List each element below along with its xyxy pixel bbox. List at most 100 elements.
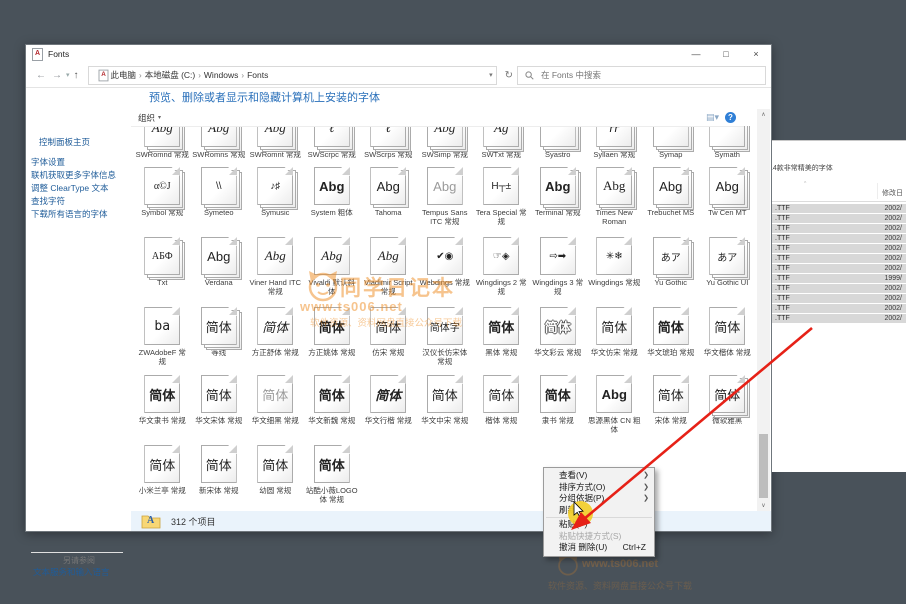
help-icon[interactable]: ? (725, 112, 736, 123)
font-item[interactable]: AbgTempus Sans ITC 常规 (417, 167, 474, 226)
font-item[interactable]: AbgVerdana (191, 237, 248, 296)
file-row[interactable]: .TTF2002/ (772, 204, 906, 213)
sidebar-divider (31, 552, 123, 553)
file-row[interactable]: .TTF2002/ (772, 304, 906, 313)
forward-button[interactable]: → (52, 70, 62, 81)
up-button[interactable]: ↑ (74, 70, 79, 81)
sidebar-item-text-services[interactable]: 文本服务和输入语言 (33, 566, 110, 578)
font-item[interactable]: あアYu Gothic UI (699, 237, 756, 296)
font-item[interactable]: ℓSWScrps 常规 (360, 126, 417, 162)
font-item[interactable]: AbgTimes New Roman (586, 167, 643, 226)
sidebar-item[interactable]: 字体设置 (31, 156, 65, 168)
file-row[interactable]: .TTF2002/ (772, 244, 906, 253)
font-item[interactable]: AbgTahoma (360, 167, 417, 226)
font-item[interactable]: Symath (699, 126, 756, 162)
font-item[interactable]: 简体华文楷体 常规 (699, 307, 756, 366)
file-row[interactable]: .TTF1999/ (772, 274, 906, 283)
font-item[interactable]: Abg思源黑体 CN 粗体 (586, 375, 643, 434)
font-item[interactable]: rrSyllaen 常规 (586, 126, 643, 162)
file-row[interactable]: .TTF2002/ (772, 284, 906, 293)
file-row[interactable]: .TTF2002/ (772, 294, 906, 303)
vertical-scrollbar[interactable]: ∧ ∨ (757, 109, 770, 511)
font-item[interactable]: AbgTerminal 常规 (530, 167, 587, 226)
font-file-sheet (709, 126, 745, 147)
font-item[interactable]: AbgViner Hand ITC 常规 (247, 237, 304, 296)
menu-item[interactable]: 分组依据(P)❯ (544, 493, 654, 505)
file-row[interactable]: .TTF2002/ (772, 264, 906, 273)
font-item[interactable]: 简体方正舒体 常规 (247, 307, 304, 366)
font-item[interactable]: АБФTxt (134, 237, 191, 296)
breadcrumb-segment[interactable]: 此电脑 (111, 69, 137, 81)
scroll-down-icon[interactable]: ∨ (757, 502, 770, 509)
font-item[interactable]: AbgTw Cen MT (699, 167, 756, 226)
file-row[interactable]: .TTF2002/ (772, 254, 906, 263)
font-item[interactable]: Symap (643, 126, 700, 162)
font-item[interactable]: 简体华文新魏 常规 (304, 375, 361, 434)
font-file-icon: Abg (596, 167, 632, 205)
font-item[interactable]: AbgTrebuchet MS (643, 167, 700, 226)
font-item[interactable]: 简体华文行楷 常规 (360, 375, 417, 434)
menu-item[interactable]: 刷新 (544, 505, 654, 517)
sidebar-item[interactable]: 查找字符 (31, 195, 65, 207)
font-item[interactable]: 简体等线 (191, 307, 248, 366)
font-item[interactable]: ✳❄Wingdings 常规 (586, 237, 643, 296)
font-item[interactable]: 简体隶书 常规 (530, 375, 587, 434)
font-item[interactable]: 简体华文细黑 常规 (247, 375, 304, 434)
scroll-up-icon[interactable]: ∧ (757, 111, 770, 118)
file-row[interactable]: .TTF2002/ (772, 224, 906, 233)
recent-locations-icon[interactable]: ▾ (66, 71, 70, 79)
font-item[interactable]: ♪♯Symusic (247, 167, 304, 226)
organize-button[interactable]: 组织 ▾ (138, 112, 161, 124)
font-item[interactable]: 简体华文仿宋 常规 (586, 307, 643, 366)
font-item[interactable]: 简体小米兰亭 常规 (134, 445, 191, 504)
sidebar-item[interactable]: 下载所有语言的字体 (31, 208, 108, 220)
font-item[interactable]: Syastro (530, 126, 587, 162)
font-item[interactable]: 简体新宋体 常规 (191, 445, 248, 504)
font-item[interactable]: α©JSymbol 常规 (134, 167, 191, 226)
menu-item[interactable]: 粘贴快捷方式(S) (544, 531, 654, 543)
menu-item[interactable]: 撤消 删除(U)Ctrl+Z (544, 542, 654, 554)
sidebar-item[interactable]: 调整 ClearType 文本 (31, 182, 108, 194)
sidebar-item[interactable]: 控制面板主页 (39, 136, 90, 148)
column-modified[interactable]: 修改日 (882, 188, 903, 198)
font-item[interactable]: H┬±Tera Special 常规 (473, 167, 530, 226)
font-item[interactable]: AbgSWRomnt 常规 (247, 126, 304, 162)
font-item[interactable]: 简体华文中宋 常规 (417, 375, 474, 434)
font-item[interactable]: 简体楷体 常规 (473, 375, 530, 434)
font-item[interactable]: 简体微软雅黑 (699, 375, 756, 434)
font-item[interactable]: AgSWTxt 常规 (473, 126, 530, 162)
font-item[interactable]: あアYu Gothic (643, 237, 700, 296)
font-name-label: 小米兰亭 常规 (135, 487, 189, 496)
font-item[interactable]: baZWAdobeF 常规 (134, 307, 191, 366)
font-item[interactable]: ⇨➡Wingdings 3 常规 (530, 237, 587, 296)
font-item[interactable]: 简体华文宋体 常规 (191, 375, 248, 434)
file-row[interactable]: .TTF2002/ (772, 214, 906, 223)
menu-item[interactable]: 排序方式(O)❯ (544, 482, 654, 494)
font-file-icon: 简体 (653, 375, 689, 413)
font-item[interactable]: ☞◈Wingdings 2 常规 (473, 237, 530, 296)
font-item[interactable]: AbgSWSimp 常规 (417, 126, 474, 162)
font-item[interactable]: ℓSWScrpc 常规 (304, 126, 361, 162)
font-item[interactable]: 简体华文彩云 常规 (530, 307, 587, 366)
font-item[interactable]: AbgSystem 粗体 (304, 167, 361, 226)
change-view-icon[interactable]: ▤▾ (706, 112, 719, 123)
back-button[interactable]: ← (36, 70, 46, 81)
font-item[interactable]: 简体华文隶书 常规 (134, 375, 191, 434)
font-item[interactable]: 简体黑体 常规 (473, 307, 530, 366)
font-item[interactable]: \\Symeteo (191, 167, 248, 226)
menu-item[interactable]: 粘贴(P) (544, 519, 654, 531)
menu-item[interactable]: 查看(V)❯ (544, 470, 654, 482)
scrollbar-thumb[interactable] (759, 434, 768, 498)
file-list-header[interactable]: ˆ 修改日 (772, 179, 906, 202)
font-item[interactable]: 简体宋体 常规 (643, 375, 700, 434)
sidebar-item[interactable]: 联机获取更多字体信息 (31, 169, 116, 181)
sidebar: 控制面板主页字体设置联机获取更多字体信息调整 ClearType 文本查找字符下… (26, 88, 131, 531)
font-name-label: Syllaen 常规 (587, 151, 641, 160)
font-item[interactable]: 简体站酷小薇LOGO体 常规 (304, 445, 361, 504)
font-item[interactable]: AbgSWRomnd 常规 (134, 126, 191, 162)
font-item[interactable]: 简体华文琥珀 常规 (643, 307, 700, 366)
font-item[interactable]: 简体幼圆 常规 (247, 445, 304, 504)
file-row[interactable]: .TTF2002/ (772, 234, 906, 243)
file-row[interactable]: .TTF2002/ (772, 314, 906, 323)
font-item[interactable]: AbgSWRomns 常规 (191, 126, 248, 162)
